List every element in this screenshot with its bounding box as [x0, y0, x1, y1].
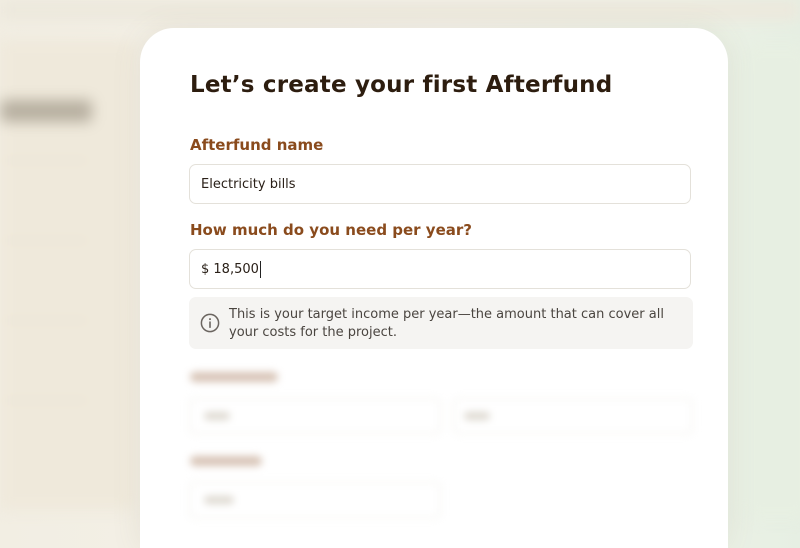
background-divider	[0, 320, 90, 321]
background-divider	[0, 240, 90, 241]
blurred-value	[204, 496, 234, 504]
background-divider	[0, 160, 90, 161]
text-cursor	[259, 260, 261, 278]
background-sidebar-heading	[0, 100, 92, 122]
blurred-label	[190, 372, 278, 382]
afterfund-name-value: Electricity bills	[201, 176, 296, 192]
background-divider	[0, 400, 90, 401]
yearly-amount-value: $ 18,500	[201, 261, 259, 277]
blurred-field	[453, 398, 693, 434]
background-side-panel	[742, 45, 800, 520]
yearly-amount-input[interactable]: $ 18,500	[189, 249, 691, 289]
blurred-field	[189, 482, 441, 518]
blurred-value	[464, 412, 490, 420]
yearly-amount-label: How much do you need per year?	[190, 221, 472, 239]
info-circle-icon	[200, 313, 220, 333]
blurred-form-section	[180, 360, 710, 520]
afterfund-name-label: Afterfund name	[190, 136, 324, 154]
dialog-title: Let’s create your first Afterfund	[190, 72, 613, 98]
blurred-field	[189, 398, 441, 434]
background-header	[0, 0, 800, 20]
afterfund-name-input[interactable]: Electricity bills	[189, 164, 691, 204]
info-hint-text: This is your target income per year—the …	[229, 307, 664, 340]
blurred-label	[190, 456, 262, 466]
info-hint: This is your target income per year—the …	[189, 297, 693, 349]
blurred-value	[204, 412, 230, 420]
